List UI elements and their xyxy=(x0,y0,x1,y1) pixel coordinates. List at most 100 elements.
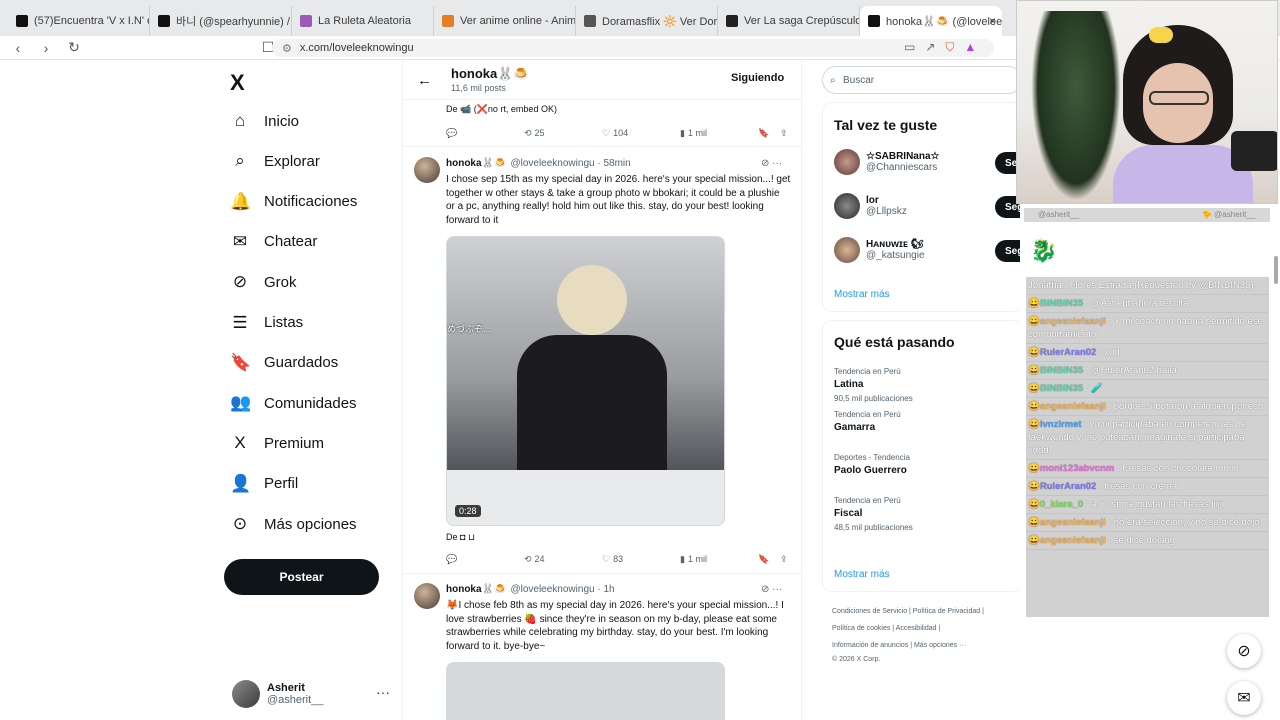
chat-username[interactable]: moni123abvcnm xyxy=(1040,463,1114,474)
views-button[interactable]: ▮ 1 mil xyxy=(680,128,707,139)
nav-label: Perfil xyxy=(264,475,299,493)
more-icon[interactable]: ··· xyxy=(376,684,390,700)
footer-link[interactable]: Política de cookies | Accesibilidad | xyxy=(832,625,940,632)
chat-username[interactable]: BINBIN35 xyxy=(1040,298,1083,309)
account-switcher[interactable]: Asherit @asherit__ xyxy=(232,680,323,708)
nav-label: Explorar xyxy=(264,152,320,170)
rewards-icon[interactable]: ▲ xyxy=(964,40,976,55)
bookmark-icon[interactable]: 🔖 xyxy=(758,554,769,565)
close-icon[interactable]: × xyxy=(989,14,996,28)
chat-username[interactable]: BINBIN35 xyxy=(1040,365,1083,376)
views-button[interactable]: ▮ 1 mil xyxy=(680,554,707,565)
nav-item-comunidades[interactable]: 👥 Comunidades xyxy=(230,388,357,418)
nav-item-grok[interactable]: ⊘ Grok xyxy=(230,267,297,297)
back-arrow-icon[interactable]: ← xyxy=(417,72,432,89)
badge-icon: 😀 xyxy=(1028,316,1040,327)
chat-username[interactable]: angesniefaanji xyxy=(1040,517,1106,528)
nav-item-premium[interactable]: X Premium xyxy=(230,428,324,458)
video-frame: めづぶぞ... xyxy=(447,237,724,470)
nav-item-chatear[interactable]: ✉ Chatear xyxy=(230,227,318,257)
tweet-handle[interactable]: @loveleeknowingu · 58min xyxy=(510,158,630,169)
trend-item[interactable]: Tendencia en Perú Gamarra xyxy=(834,410,901,433)
chat-text: : no era selección, y no se dice dojo xyxy=(1108,517,1260,528)
avatar[interactable] xyxy=(414,157,440,183)
trend-item[interactable]: Tendencia en Perú Fiscal 48,5 mil publicac… xyxy=(834,496,913,532)
browser-tab[interactable]: 바니 (@spearhyunnie) / X xyxy=(150,6,292,36)
tweet-author[interactable]: honoka🐰🍮 xyxy=(446,158,506,169)
chat-username[interactable]: BINBIN35 xyxy=(1040,383,1083,394)
profile-name: honoka🐰🍮 xyxy=(451,66,530,81)
follow-button[interactable]: Seguir xyxy=(995,240,1020,262)
footer-link[interactable]: Información de anuncios | Más opciones ·… xyxy=(832,642,966,649)
suggestion-name: Hᴀɴᴜᴡɪᴇ 🐿 xyxy=(866,239,924,250)
browser-tab[interactable]: honoka🐰🍮 (@loveleekno× xyxy=(860,6,1002,36)
nav-item-explorar[interactable]: ⌕ Explorar xyxy=(230,146,320,176)
show-more-link[interactable]: Mostrar más xyxy=(834,289,890,300)
trend-item[interactable]: Tendencia en Perú Latina 90,5 mil publicac… xyxy=(834,367,913,403)
post-button[interactable]: Postear xyxy=(224,559,379,595)
chat-username[interactable]: lvnzlrmet xyxy=(1040,419,1082,430)
retweet-button[interactable]: ⟲ 25 xyxy=(524,128,545,139)
search-input[interactable]: ⌕ Buscar xyxy=(822,66,1020,94)
cast-icon[interactable]: ▭ xyxy=(904,40,915,55)
more-icon[interactable]: ⊘ ··· xyxy=(761,158,782,169)
chat-username[interactable]: angesniefaanji xyxy=(1040,401,1106,412)
chat-username[interactable]: RulerAran02 xyxy=(1040,347,1097,358)
footer-link[interactable]: Condiciones de Servicio | Política de Pr… xyxy=(832,608,984,615)
nav-item-notificaciones[interactable]: 🔔 Notificaciones xyxy=(230,187,357,217)
x-logo-icon[interactable]: X xyxy=(230,70,245,96)
tweet-author[interactable]: honoka🐰🍮 xyxy=(446,584,506,595)
suggestion-item[interactable]: ☆SABRINana☆ @Channiescars xyxy=(834,149,940,175)
browser-tab[interactable]: Ver anime online - AnimeFénix xyxy=(434,6,576,36)
back-arrow-icon[interactable]: ‹ xyxy=(8,40,28,56)
chat-username[interactable]: angesniefaanji xyxy=(1040,535,1106,546)
nav-label: Notificaciones xyxy=(264,193,358,211)
more-icon[interactable]: ⊘ ··· xyxy=(761,584,782,595)
video-player[interactable] xyxy=(446,662,725,720)
like-button[interactable]: ♡ 104 xyxy=(602,128,628,139)
avatar xyxy=(834,149,860,175)
trend-item[interactable]: Deportes · Tendencia Paolo Guerrero xyxy=(834,453,910,476)
avatar[interactable] xyxy=(414,583,440,609)
chat-message: 😀RulerAran02 : fresas con crema xyxy=(1026,478,1269,496)
share-icon[interactable]: ⇪ xyxy=(780,554,788,565)
nav-label: Inicio xyxy=(264,112,300,130)
browser-tab[interactable]: (57)Encuentra 'V x I.N' en TikTok xyxy=(8,6,150,36)
browser-tab[interactable]: Doramasflix 🔆 Ver Doramas O xyxy=(576,6,718,36)
site-info-icon[interactable]: ⚙ xyxy=(282,42,292,55)
browser-tab[interactable]: La Ruleta Aleatoria xyxy=(292,6,434,36)
nav-item-guardados[interactable]: 🔖 Guardados xyxy=(230,348,338,378)
nav-item-listas[interactable]: ☰ Listas xyxy=(230,308,303,338)
forward-arrow-icon[interactable]: › xyxy=(36,40,56,56)
brave-shield-icon[interactable]: ⛉ xyxy=(945,40,954,55)
like-button[interactable]: ♡ 83 xyxy=(602,554,623,565)
messages-icon[interactable]: ✉ xyxy=(1227,681,1261,715)
browser-tab[interactable]: Ver La saga Crepúsculo: Luna n xyxy=(718,6,860,36)
following-button[interactable]: Siguiendo xyxy=(731,72,784,84)
chat-username[interactable]: RulerAran02 xyxy=(1040,481,1097,492)
chat-username[interactable]: angesniefaanji xyxy=(1040,316,1106,327)
nav-item-m-s-opciones[interactable]: ⊙ Más opciones xyxy=(230,509,357,539)
video-player[interactable]: めづぶぞ... 0:28 xyxy=(446,236,725,526)
tweet-handle[interactable]: @loveleeknowingu · 1h xyxy=(510,584,614,595)
trend-context: Deportes · Tendencia xyxy=(834,453,910,462)
nav-item-perfil[interactable]: 👤 Perfil xyxy=(230,469,298,499)
suggestion-item[interactable]: Hᴀɴᴜᴡɪᴇ 🐿 @_katsungie xyxy=(834,237,925,263)
scrollbar[interactable] xyxy=(1274,256,1278,284)
nav-label: Chatear xyxy=(264,233,318,251)
show-more-link[interactable]: Mostrar más xyxy=(834,569,890,580)
reply-icon[interactable]: 💬 xyxy=(446,128,457,139)
nav-item-inicio[interactable]: ⌂ Inicio xyxy=(230,106,299,136)
chat-message: 😀RulerAran02 : xdd xyxy=(1026,344,1269,362)
reply-icon[interactable]: 💬 xyxy=(446,554,457,565)
chat-username[interactable]: 0_kiara_0 xyxy=(1040,499,1083,510)
bookmark-icon[interactable]: 🔖 xyxy=(758,128,769,139)
retweet-button[interactable]: ⟲ 24 xyxy=(524,554,545,565)
suggestion-item[interactable]: lor @Lllpskz xyxy=(834,193,907,219)
address-bar[interactable]: ⚙ x.com/loveleeknowingu xyxy=(272,39,994,57)
share-icon[interactable]: ⇪ xyxy=(780,128,788,139)
grok-icon[interactable]: ⊘ xyxy=(1227,634,1261,668)
nav-icon: 🔔 xyxy=(230,191,252,211)
reload-icon[interactable]: ↻ xyxy=(64,39,84,56)
share-icon[interactable]: ↗ xyxy=(925,40,935,55)
